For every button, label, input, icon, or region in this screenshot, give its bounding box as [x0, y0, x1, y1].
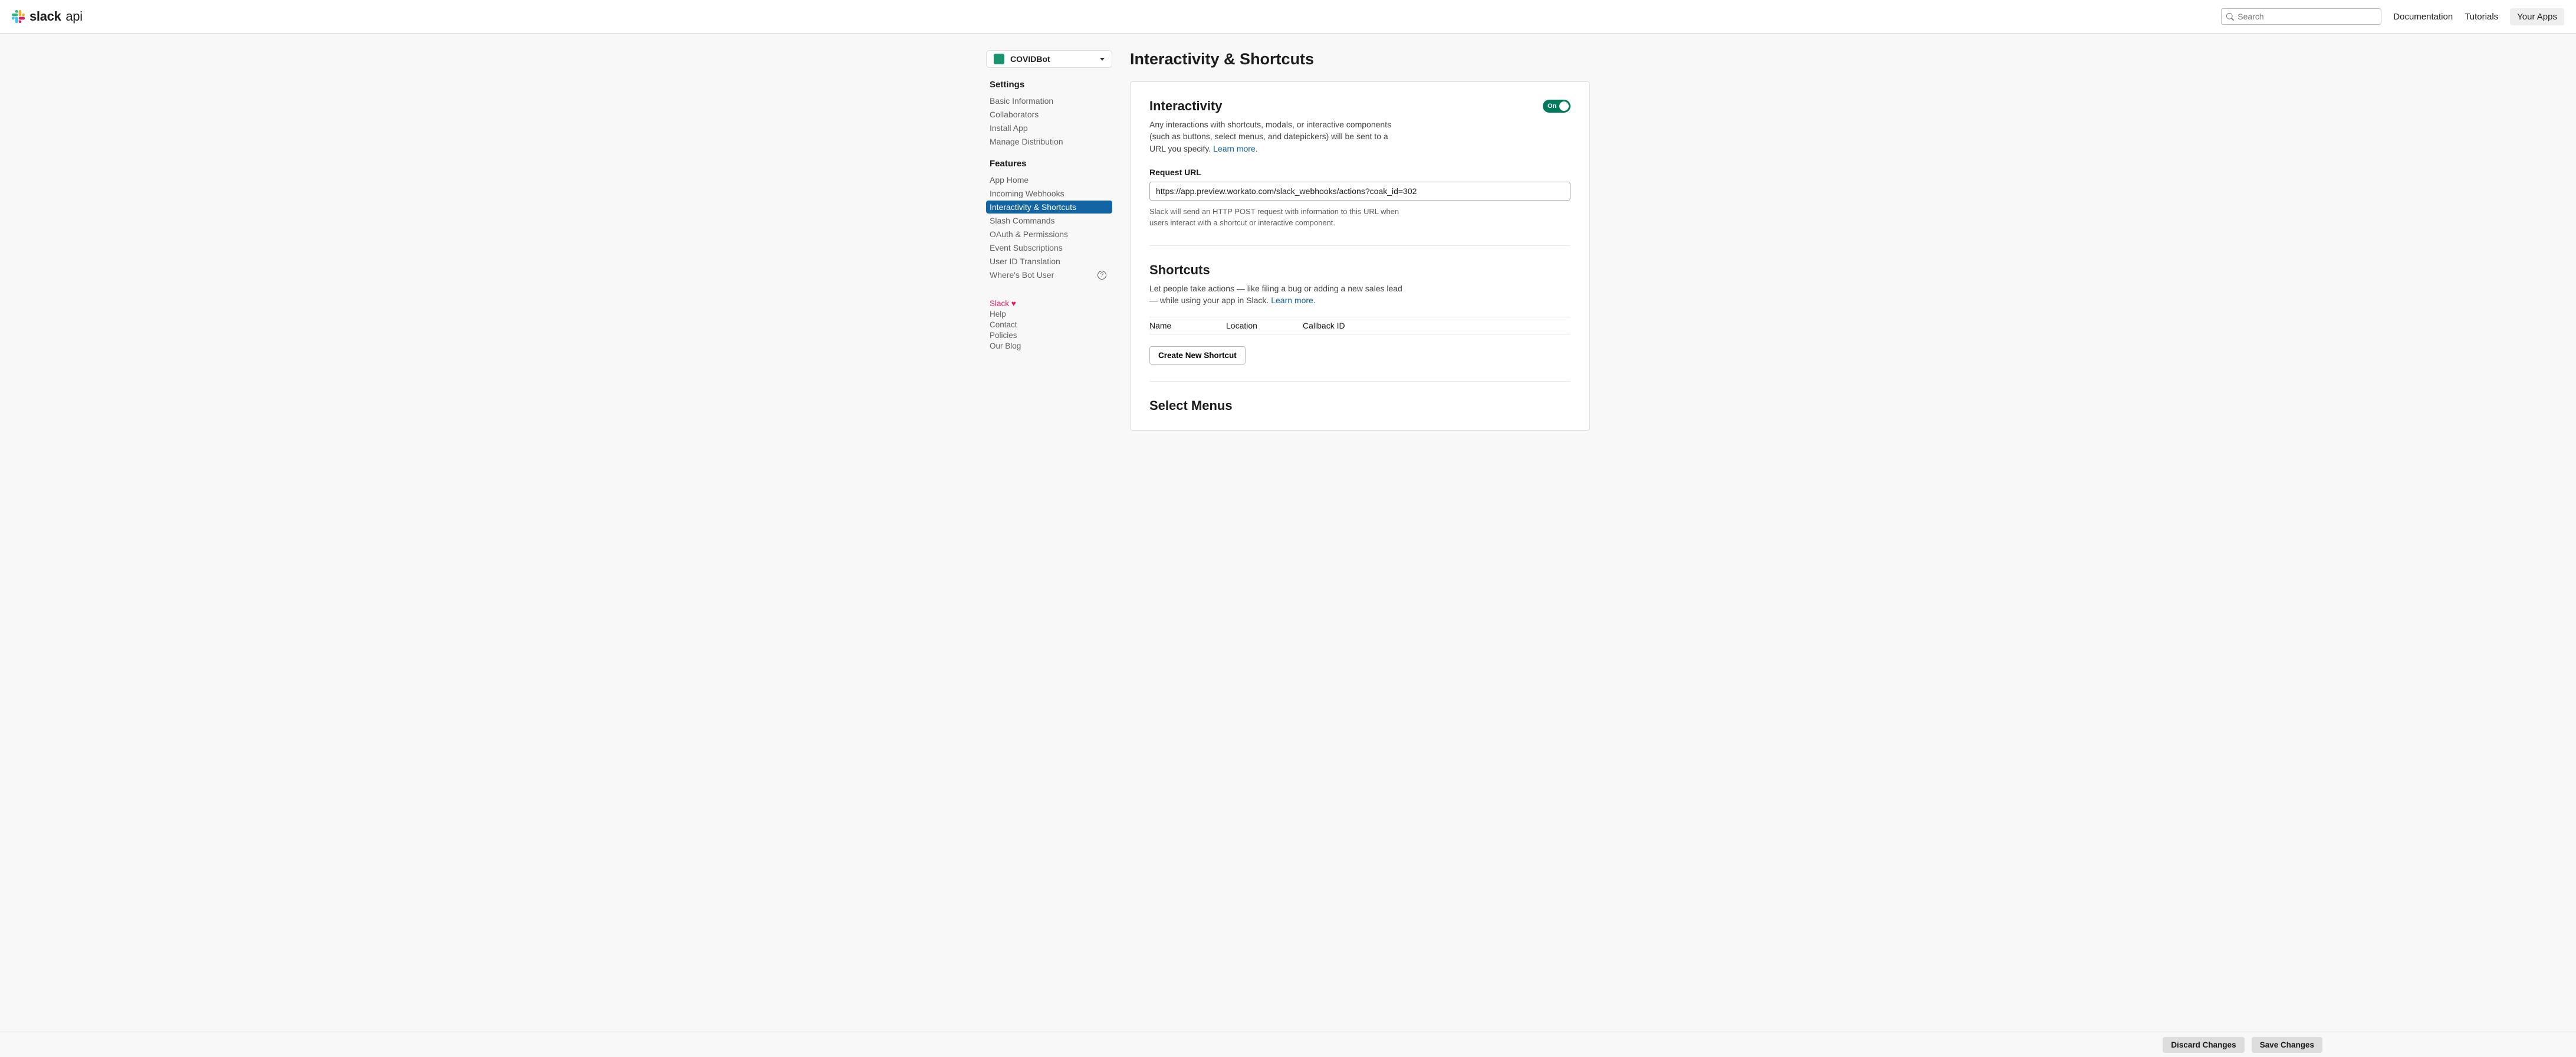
- create-shortcut-button[interactable]: Create New Shortcut: [1149, 346, 1246, 365]
- footer-blog[interactable]: Our Blog: [990, 342, 1112, 350]
- footer-help[interactable]: Help: [990, 310, 1112, 319]
- page-title: Interactivity & Shortcuts: [1130, 50, 1590, 68]
- sidebar-group-settings: Settings: [990, 80, 1112, 90]
- sidebar-item-wheres-bot[interactable]: Where's Bot User ?: [986, 268, 1112, 281]
- discard-changes-button[interactable]: Discard Changes: [2163, 1037, 2244, 1053]
- interactivity-description: Any interactions with shortcuts, modals,…: [1149, 119, 1403, 155]
- sidebar-item-interactivity[interactable]: Interactivity & Shortcuts: [986, 201, 1112, 214]
- nav-your-apps[interactable]: Your Apps: [2510, 8, 2564, 25]
- slack-logo-icon: [12, 10, 25, 23]
- sidebar-item-slash-commands[interactable]: Slash Commands: [986, 214, 1112, 227]
- app-icon: [994, 54, 1004, 64]
- sidebar-item-event-subscriptions[interactable]: Event Subscriptions: [986, 241, 1112, 254]
- sidebar-group-features: Features: [990, 159, 1112, 169]
- interactivity-title: Interactivity: [1149, 99, 1223, 114]
- bottom-action-bar: Discard Changes Save Changes: [0, 1032, 2576, 1057]
- footer-policies[interactable]: Policies: [990, 331, 1112, 340]
- footer-slack-love[interactable]: Slack ♥: [990, 299, 1112, 308]
- sidebar-item-incoming-webhooks[interactable]: Incoming Webhooks: [986, 187, 1112, 200]
- sidebar: COVIDBot Settings Basic Information Coll…: [986, 50, 1112, 431]
- col-name: Name: [1149, 321, 1226, 330]
- col-location: Location: [1226, 321, 1303, 330]
- shortcuts-table-header: Name Location Callback ID: [1149, 317, 1570, 334]
- app-picker[interactable]: COVIDBot: [986, 50, 1112, 68]
- save-changes-button[interactable]: Save Changes: [2252, 1037, 2322, 1053]
- select-menus-title: Select Menus: [1149, 398, 1570, 413]
- sidebar-item-app-home[interactable]: App Home: [986, 173, 1112, 186]
- nav-tutorials[interactable]: Tutorials: [2465, 12, 2498, 22]
- request-url-label: Request URL: [1149, 168, 1570, 177]
- top-bar: slack api Search Documentation Tutorials…: [0, 0, 2576, 34]
- toggle-knob: [1559, 101, 1569, 111]
- shortcuts-description: Let people take actions — like filing a …: [1149, 283, 1409, 307]
- sidebar-footer: Slack ♥ Help Contact Policies Our Blog: [986, 299, 1112, 350]
- sidebar-item-collaborators[interactable]: Collaborators: [986, 108, 1112, 121]
- interactivity-learn-more[interactable]: Learn more.: [1213, 144, 1257, 153]
- slack-api-logo[interactable]: slack api: [12, 9, 83, 24]
- main-content: Interactivity & Shortcuts Interactivity …: [1130, 50, 1590, 431]
- top-right-nav: Search Documentation Tutorials Your Apps: [2221, 8, 2564, 25]
- request-url-help: Slack will send an HTTP POST request wit…: [1149, 206, 1403, 229]
- shortcuts-learn-more[interactable]: Learn more.: [1271, 296, 1315, 305]
- sidebar-item-user-id-translation[interactable]: User ID Translation: [986, 255, 1112, 268]
- interactivity-toggle[interactable]: On: [1543, 100, 1570, 113]
- footer-contact[interactable]: Contact: [990, 320, 1112, 329]
- search-icon: [2226, 13, 2234, 21]
- app-picker-name: COVIDBot: [1010, 54, 1050, 64]
- main-card: Interactivity On Any interactions with s…: [1130, 81, 1590, 431]
- logo-text: slack api: [29, 9, 83, 24]
- request-url-input[interactable]: [1149, 182, 1570, 201]
- shortcuts-title: Shortcuts: [1149, 262, 1570, 278]
- sidebar-item-basic-information[interactable]: Basic Information: [986, 94, 1112, 107]
- search-input[interactable]: Search: [2221, 8, 2381, 25]
- search-placeholder: Search: [2237, 12, 2263, 21]
- chevron-down-icon: [1100, 58, 1105, 61]
- divider: [1149, 245, 1570, 246]
- sidebar-item-manage-distribution[interactable]: Manage Distribution: [986, 135, 1112, 148]
- nav-documentation[interactable]: Documentation: [2393, 12, 2453, 22]
- sidebar-item-install-app[interactable]: Install App: [986, 122, 1112, 134]
- toggle-label: On: [1547, 103, 1556, 110]
- divider: [1149, 381, 1570, 382]
- col-callback: Callback ID: [1303, 321, 1570, 330]
- help-icon[interactable]: ?: [1098, 271, 1106, 280]
- page-body: COVIDBot Settings Basic Information Coll…: [0, 34, 2576, 1032]
- heart-icon: ♥: [1011, 299, 1016, 308]
- sidebar-item-oauth[interactable]: OAuth & Permissions: [986, 228, 1112, 241]
